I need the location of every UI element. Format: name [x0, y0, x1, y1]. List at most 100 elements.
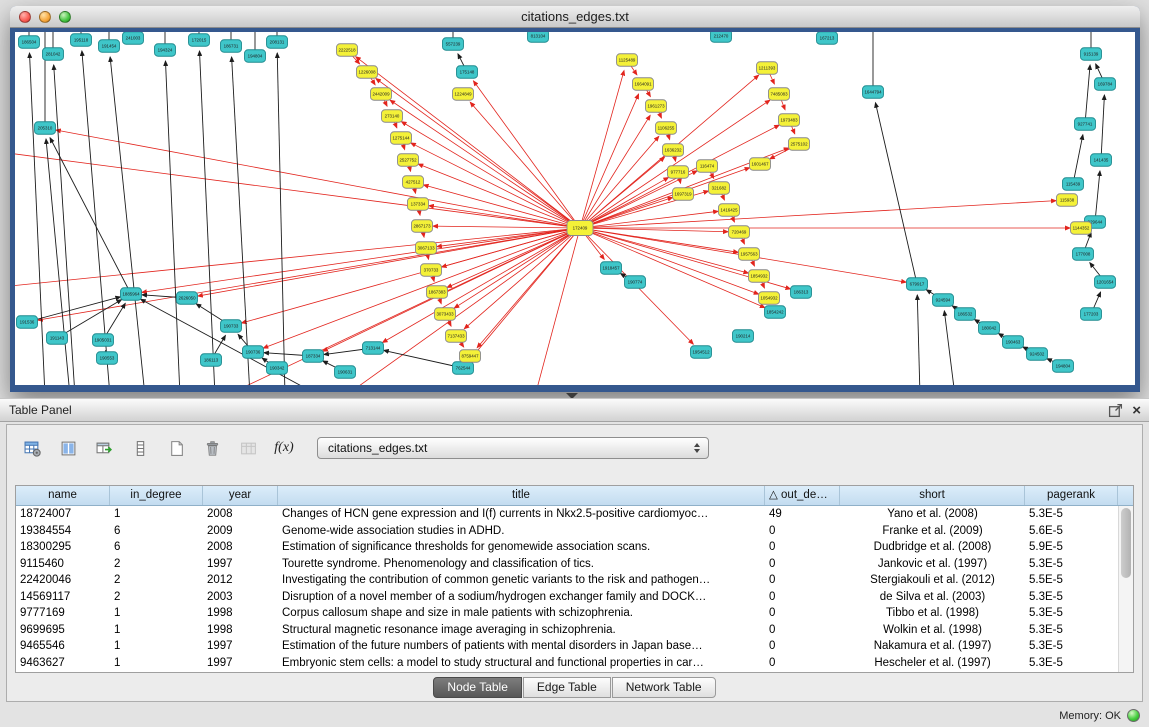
- network-node[interactable]: 1664091: [633, 78, 654, 91]
- column-header-title[interactable]: title: [278, 486, 765, 505]
- network-node[interactable]: 7137433: [446, 330, 467, 343]
- network-node[interactable]: 813104: [528, 32, 549, 42]
- new-file-button[interactable]: [161, 435, 191, 461]
- network-edge[interactable]: [917, 295, 920, 385]
- network-edge[interactable]: [580, 177, 668, 228]
- show-columns-button[interactable]: [53, 435, 83, 461]
- network-node[interactable]: 1854242: [765, 306, 786, 319]
- network-node[interactable]: 1144352: [1071, 222, 1092, 235]
- column-header-out_degree[interactable]: △ out_de…: [765, 486, 840, 505]
- network-edge[interactable]: [580, 71, 624, 228]
- scrollbar-thumb[interactable]: [1121, 508, 1131, 578]
- network-node[interactable]: 187334: [303, 350, 324, 363]
- network-node[interactable]: 208131: [267, 36, 288, 49]
- network-node[interactable]: 1961273: [646, 100, 667, 113]
- network-node[interactable]: 186532: [955, 308, 976, 321]
- network-edge[interactable]: [433, 226, 580, 228]
- network-node[interactable]: 167213: [817, 32, 838, 44]
- network-node[interactable]: 115439: [1063, 178, 1084, 191]
- network-node[interactable]: 1106255: [656, 122, 677, 135]
- network-node[interactable]: 194804: [1053, 360, 1074, 373]
- network-node[interactable]: 190736: [243, 346, 264, 359]
- network-node[interactable]: 8759447: [460, 350, 481, 363]
- network-node[interactable]: 281042: [43, 48, 64, 61]
- network-node[interactable]: 1125489: [617, 54, 638, 67]
- table-row[interactable]: 911546021997Tourette syndrome. Phenomeno…: [16, 556, 1133, 573]
- network-node[interactable]: 137334: [408, 198, 429, 211]
- network-node[interactable]: 195118: [71, 34, 92, 47]
- memory-status-icon[interactable]: [1127, 709, 1140, 722]
- network-edge[interactable]: [198, 228, 580, 296]
- column-header-pagerank[interactable]: pagerank: [1025, 486, 1118, 505]
- network-node[interactable]: 212470: [711, 32, 732, 42]
- network-edge[interactable]: [1095, 171, 1100, 222]
- close-panel-icon[interactable]: ×: [1132, 403, 1141, 418]
- network-edge[interactable]: [38, 228, 580, 320]
- network-node[interactable]: 194324: [155, 44, 176, 57]
- network-node[interactable]: 273140: [382, 110, 403, 123]
- network-node[interactable]: 186731: [221, 40, 242, 53]
- network-node[interactable]: 977716: [668, 166, 689, 179]
- column-header-short[interactable]: short: [840, 486, 1025, 505]
- network-edge[interactable]: [1101, 95, 1104, 160]
- network-node[interactable]: 679917: [907, 278, 928, 291]
- network-node[interactable]: 1054932: [759, 292, 780, 305]
- network-node[interactable]: 720469: [729, 226, 750, 239]
- table-mode-button[interactable]: [17, 435, 47, 461]
- network-node[interactable]: 1867383: [427, 286, 448, 299]
- network-node[interactable]: 186313: [791, 286, 812, 299]
- network-edge[interactable]: [470, 228, 580, 360]
- network-node[interactable]: 169784: [1095, 78, 1116, 91]
- tab-node-table[interactable]: Node Table: [433, 677, 522, 698]
- create-column-button[interactable]: [89, 435, 119, 461]
- network-node[interactable]: 141435: [1091, 154, 1112, 167]
- network-node[interactable]: 1954512: [691, 346, 712, 359]
- network-table-selector[interactable]: citations_edges.txt: [317, 437, 709, 459]
- table-row[interactable]: 1830029562008Estimation of significance …: [16, 539, 1133, 556]
- network-node[interactable]: 2527752: [398, 154, 419, 167]
- network-edge[interactable]: [141, 299, 320, 385]
- network-node[interactable]: 190463: [1003, 336, 1024, 349]
- network-node[interactable]: 1275144: [391, 132, 412, 145]
- tab-edge-table[interactable]: Edge Table: [523, 677, 611, 698]
- network-node[interactable]: 2222518: [337, 44, 358, 57]
- network-node[interactable]: 1973483: [779, 114, 800, 127]
- network-node[interactable]: 191536: [17, 316, 38, 329]
- network-edge[interactable]: [1085, 65, 1090, 124]
- column-header-year[interactable]: year: [203, 486, 278, 505]
- network-node[interactable]: 427512: [403, 176, 424, 189]
- table-row[interactable]: 1872400712008Changes of HCN gene express…: [16, 506, 1133, 523]
- network-edge[interactable]: [535, 228, 580, 385]
- network-edge[interactable]: [1073, 135, 1083, 184]
- network-edge[interactable]: [401, 122, 580, 228]
- network-edge[interactable]: [384, 350, 463, 368]
- network-node[interactable]: 1854932: [749, 270, 770, 283]
- network-node[interactable]: 924594: [933, 294, 954, 307]
- network-node[interactable]: 713144: [363, 342, 384, 355]
- network-node[interactable]: 915139: [1081, 48, 1102, 61]
- tab-network-table[interactable]: Network Table: [612, 677, 716, 698]
- network-node[interactable]: 180042: [979, 322, 1000, 335]
- network-node[interactable]: 3067133: [416, 242, 437, 255]
- network-node[interactable]: 1885964: [121, 288, 142, 301]
- network-node[interactable]: 1905031: [93, 334, 114, 347]
- table-row[interactable]: 1938455462009Genome-wide association stu…: [16, 523, 1133, 540]
- network-node[interactable]: 186504: [19, 36, 40, 49]
- delete-button[interactable]: [197, 435, 227, 461]
- network-edge[interactable]: [473, 81, 580, 228]
- row-tools-button[interactable]: [125, 435, 155, 461]
- network-edge[interactable]: [165, 61, 180, 385]
- network-node[interactable]: 177203: [1081, 308, 1102, 321]
- network-edge[interactable]: [580, 100, 770, 228]
- network-node[interactable]: 1697319: [673, 188, 694, 201]
- network-edge[interactable]: [454, 228, 580, 308]
- import-table-button[interactable]: [233, 435, 263, 461]
- network-node[interactable]: 927741: [1075, 118, 1096, 131]
- network-node[interactable]: 321682: [709, 182, 730, 195]
- network-node[interactable]: 2867173: [412, 220, 433, 233]
- network-node[interactable]: 175148: [457, 66, 478, 79]
- table-row[interactable]: 946362711997Embryonic stem cells: a mode…: [16, 655, 1133, 672]
- table-row[interactable]: 946554611997Estimation of the future num…: [16, 638, 1133, 655]
- network-node[interactable]: 370733: [421, 264, 442, 277]
- network-node[interactable]: 190342: [267, 362, 288, 375]
